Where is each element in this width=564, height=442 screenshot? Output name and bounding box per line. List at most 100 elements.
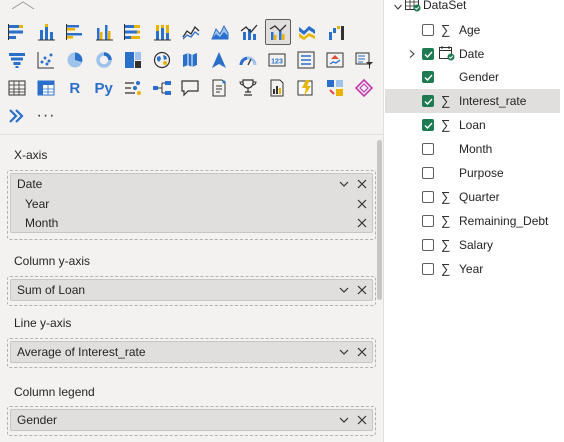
close-icon[interactable] — [354, 196, 370, 212]
treemap-icon[interactable] — [120, 47, 146, 73]
column-y-axis-field[interactable]: Sum of Loan — [10, 279, 373, 301]
close-icon[interactable] — [354, 215, 370, 231]
kpi-icon[interactable] — [322, 47, 348, 73]
close-icon[interactable] — [354, 176, 370, 192]
field-row-gender[interactable]: Gender — [385, 65, 560, 89]
field-row-year[interactable]: ∑ Year — [385, 257, 560, 281]
card-icon[interactable]: 123 — [264, 47, 290, 73]
x-axis-date-field[interactable]: Date — [11, 174, 372, 194]
line-and-clustered-column-chart-icon[interactable] — [265, 19, 291, 45]
visual-row-3: R Py — [4, 75, 380, 103]
field-checkbox-salary[interactable] — [422, 239, 434, 251]
chevron-down-icon[interactable] — [336, 282, 352, 298]
chevron-down-icon[interactable] — [336, 176, 352, 192]
metrics-icon[interactable] — [235, 75, 261, 101]
x-axis-date-field-group[interactable]: Date Year Month — [10, 173, 373, 233]
field-row-remaining-debt[interactable]: ∑ Remaining_Debt — [385, 209, 560, 233]
get-more-visuals-icon[interactable] — [351, 75, 377, 101]
field-name-loan: Loan — [459, 118, 486, 132]
scatter-chart-icon[interactable] — [33, 47, 59, 73]
field-checkbox-remaining-debt[interactable] — [422, 215, 434, 227]
power-apps-icon[interactable] — [293, 75, 319, 101]
line-and-stacked-column-chart-icon[interactable] — [236, 19, 262, 45]
column-legend-field[interactable]: Gender — [10, 409, 373, 431]
stacked-bar-chart-icon[interactable] — [4, 19, 30, 45]
slicer-icon[interactable] — [351, 47, 377, 73]
clustered-bar-chart-icon[interactable] — [62, 19, 88, 45]
line-y-axis-well[interactable]: Average of Interest_rate — [7, 338, 376, 368]
field-name-salary: Salary — [459, 238, 494, 252]
field-name-quarter: Quarter — [459, 190, 500, 204]
arcgis-icon[interactable] — [4, 103, 30, 129]
funnel-chart-icon[interactable] — [4, 47, 30, 73]
field-row-quarter[interactable]: ∑ Quarter — [385, 185, 560, 209]
chevron-down-icon[interactable] — [393, 2, 403, 12]
x-axis-year-subfield[interactable]: Year — [11, 194, 372, 213]
field-checkbox-month[interactable] — [422, 143, 434, 155]
field-row-loan[interactable]: ∑ Loan — [385, 113, 560, 137]
power-automate-icon[interactable] — [322, 75, 348, 101]
pie-chart-icon[interactable] — [62, 47, 88, 73]
sigma-icon: ∑ — [441, 261, 451, 276]
visual-row-4: ··· — [4, 103, 380, 131]
wells-scrollbar[interactable] — [377, 140, 382, 300]
close-icon[interactable] — [354, 344, 370, 360]
x-axis-well[interactable]: Date Year Month — [7, 170, 376, 240]
chevron-down-icon[interactable] — [336, 344, 352, 360]
x-axis-month-subfield[interactable]: Month — [11, 213, 372, 232]
chevron-right-icon[interactable] — [407, 49, 417, 59]
field-row-interest-rate[interactable]: ∑ Interest_rate — [385, 89, 560, 113]
smart-narrative-icon[interactable] — [206, 75, 232, 101]
100-stacked-bar-chart-icon[interactable] — [120, 19, 146, 45]
table-row-dataset[interactable]: DataSet — [385, 0, 560, 18]
chevron-down-icon[interactable] — [336, 412, 352, 428]
ribbon-chart-icon[interactable] — [294, 19, 320, 45]
more-options-icon[interactable]: ··· — [33, 103, 59, 129]
r-script-visual-icon[interactable]: R — [62, 75, 88, 101]
sigma-icon: ∑ — [441, 93, 451, 108]
field-name-remaining-debt: Remaining_Debt — [459, 214, 549, 228]
close-icon[interactable] — [354, 412, 370, 428]
line-y-axis-field[interactable]: Average of Interest_rate — [10, 341, 373, 363]
field-checkbox-age[interactable] — [422, 24, 434, 36]
close-icon[interactable] — [354, 282, 370, 298]
qa-icon[interactable] — [178, 75, 204, 101]
python-visual-icon[interactable]: Py — [91, 75, 117, 101]
donut-chart-icon[interactable] — [91, 47, 117, 73]
100-stacked-column-chart-icon[interactable] — [149, 19, 175, 45]
area-chart-icon[interactable] — [207, 19, 233, 45]
field-row-date[interactable]: Date — [385, 42, 560, 66]
field-row-age[interactable]: ∑ Age — [385, 18, 560, 42]
matrix-icon[interactable] — [33, 75, 59, 101]
multi-row-card-icon[interactable] — [293, 47, 319, 73]
column-legend-well[interactable]: Gender — [7, 406, 376, 436]
field-checkbox-loan[interactable] — [422, 119, 434, 131]
field-name-interest-rate: Interest_rate — [459, 94, 527, 108]
decomposition-tree-icon[interactable] — [149, 75, 175, 101]
line-chart-icon[interactable] — [178, 19, 204, 45]
key-influencers-icon[interactable] — [120, 75, 146, 101]
stacked-column-chart-icon[interactable] — [33, 19, 59, 45]
field-checkbox-purpose[interactable] — [422, 167, 434, 179]
x-axis-well-label: X-axis — [14, 148, 48, 162]
sigma-icon: ∑ — [441, 117, 451, 132]
azure-map-icon[interactable] — [206, 47, 232, 73]
paginated-report-icon[interactable] — [264, 75, 290, 101]
map-icon[interactable] — [149, 47, 175, 73]
field-checkbox-gender[interactable] — [422, 71, 434, 83]
field-checkbox-date[interactable] — [422, 48, 434, 60]
field-row-purpose[interactable]: Purpose — [385, 161, 560, 185]
data-pane: DataSet ∑ Age Date Gender ∑ Interest_rat… — [385, 0, 564, 442]
clustered-column-chart-icon[interactable] — [91, 19, 117, 45]
field-checkbox-quarter[interactable] — [422, 191, 434, 203]
filled-map-icon[interactable] — [178, 47, 204, 73]
sigma-icon: ∑ — [441, 237, 451, 252]
waterfall-chart-icon[interactable] — [323, 19, 349, 45]
field-checkbox-year[interactable] — [422, 263, 434, 275]
field-checkbox-interest-rate[interactable] — [422, 95, 434, 107]
table-icon[interactable] — [4, 75, 30, 101]
field-row-month[interactable]: Month — [385, 137, 560, 161]
gauge-icon[interactable] — [235, 47, 261, 73]
field-row-salary[interactable]: ∑ Salary — [385, 233, 560, 257]
column-y-axis-well[interactable]: Sum of Loan — [7, 276, 376, 306]
